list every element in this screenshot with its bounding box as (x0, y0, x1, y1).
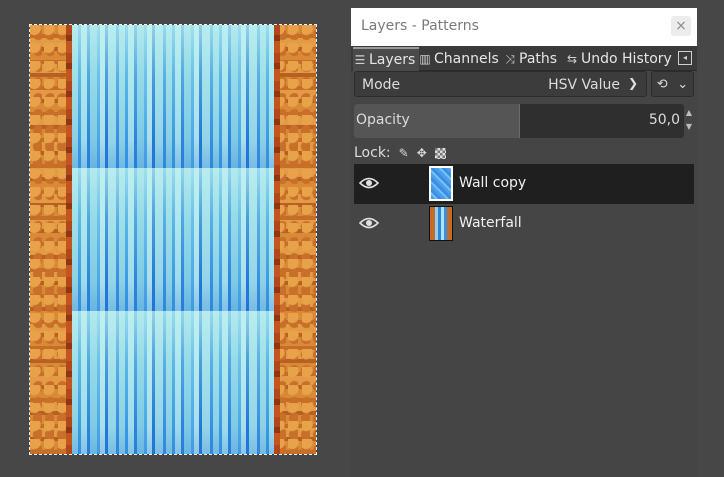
tab-label: Layers (369, 52, 416, 68)
tab-label: Undo History (581, 51, 672, 67)
mode-select[interactable]: Mode HSV Value ❯ (354, 71, 647, 97)
composite-mode-button[interactable]: ⟲ ⌄ (651, 71, 694, 97)
mode-value: HSV Value (548, 77, 620, 93)
lock-row: Lock: ✎ ✥ (354, 144, 446, 162)
opacity-slider[interactable]: Opacity 50,0 (354, 104, 684, 138)
layers-icon: ☰ (354, 53, 366, 67)
rock-wall-right (274, 25, 316, 454)
layer-thumbnail (429, 206, 453, 241)
opacity-spin-buttons[interactable]: ▲ ▼ (684, 106, 694, 136)
close-button[interactable]: × (671, 16, 691, 36)
mode-label: Mode (362, 77, 401, 93)
tab-layers[interactable]: ☰ Layers (353, 47, 420, 71)
layer-name[interactable]: Wall copy (459, 175, 526, 191)
chevron-down-icon: ❯ (627, 76, 638, 90)
layers-dock: Layers - Patterns × ☰ Layers ▥ Channels … (351, 8, 697, 477)
layer-thumbnail (429, 166, 453, 201)
opacity-value: 50,0 (648, 112, 680, 128)
waterfall-image (72, 25, 274, 454)
tab-bar: ☰ Layers ▥ Channels ⤨ Paths ⇆ Undo Histo… (351, 46, 697, 71)
canvas-area[interactable] (0, 0, 350, 477)
layers-list: Wall copy Waterfall (354, 164, 694, 244)
lock-alpha-icon[interactable] (434, 147, 446, 159)
mode-row: Mode HSV Value ❯ ⟲ ⌄ (354, 71, 694, 99)
opacity-label: Opacity (356, 112, 410, 128)
right-background (697, 0, 724, 477)
composite-icon: ⟲ (656, 76, 668, 92)
lock-pixels-icon[interactable]: ✎ (399, 146, 409, 160)
water-tile (72, 168, 274, 311)
layer-row-waterfall[interactable]: Waterfall (354, 204, 694, 244)
layer-name[interactable]: Waterfall (459, 215, 522, 231)
rock-wall-left (30, 25, 72, 454)
water-tile (72, 25, 274, 168)
chevron-down-icon: ⌄ (677, 76, 689, 92)
paths-icon: ⤨ (505, 51, 515, 66)
tab-paths[interactable]: ⤨ Paths (503, 49, 557, 69)
tab-label: Paths (519, 51, 558, 67)
layer-row-wall-copy[interactable]: Wall copy (354, 164, 694, 204)
dock-header: Layers - Patterns × (351, 8, 697, 46)
eye-icon[interactable] (359, 215, 379, 231)
opacity-row: Opacity 50,0 ▲ ▼ (354, 104, 694, 138)
undo-icon: ⇆ (566, 52, 578, 66)
tab-undo-history[interactable]: ⇆ Undo History (565, 49, 672, 69)
tab-channels[interactable]: ▥ Channels (418, 49, 499, 69)
lock-position-icon[interactable]: ✥ (417, 146, 427, 160)
dock-title: Layers - Patterns (361, 18, 479, 34)
channels-icon: ▥ (419, 52, 431, 66)
water-tile (72, 311, 274, 454)
tab-label: Channels (434, 51, 499, 67)
eye-icon[interactable] (359, 175, 379, 191)
image-canvas[interactable] (29, 24, 317, 455)
tab-menu-icon[interactable]: ◂ (678, 51, 692, 65)
lock-label: Lock: (354, 145, 391, 161)
close-icon: × (675, 18, 687, 34)
